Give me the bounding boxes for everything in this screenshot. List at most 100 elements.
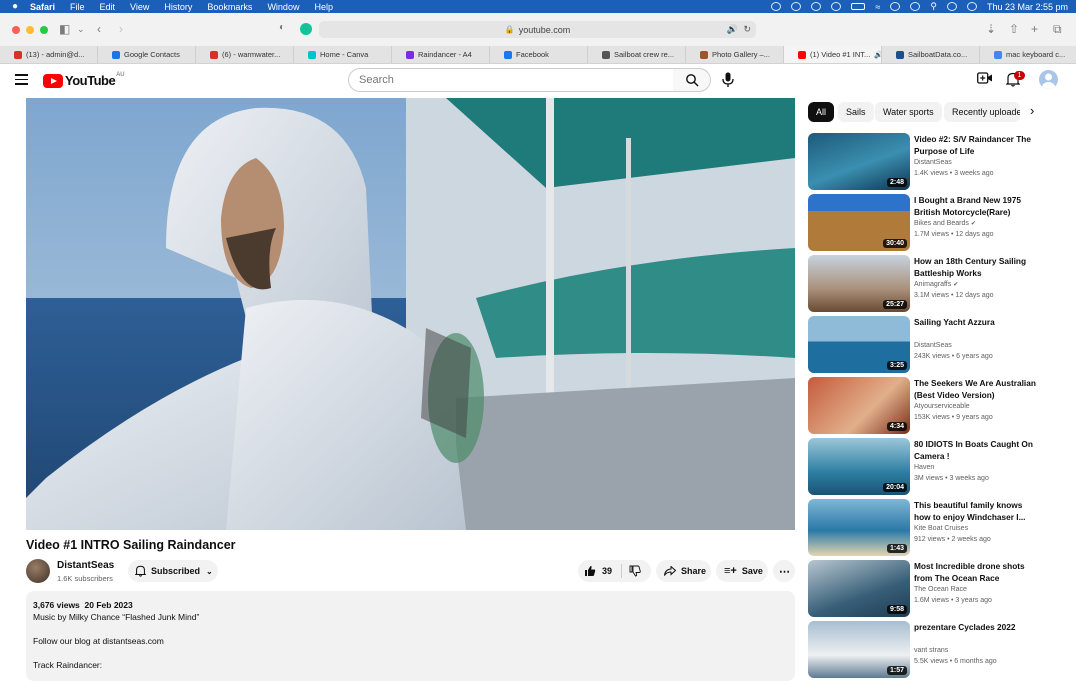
reload-icon[interactable]: ↻ [743, 24, 751, 35]
bluetooth-icon[interactable] [831, 2, 842, 11]
control-center-icon[interactable] [946, 2, 957, 11]
video-thumbnail[interactable]: 20:04 [808, 438, 910, 495]
chip-sails[interactable]: Sails [838, 102, 874, 122]
menu-app-name[interactable]: Safari [30, 2, 55, 12]
audio-playing-icon[interactable]: 🔊 [727, 24, 738, 35]
channel-name[interactable]: DistantSeas [57, 560, 114, 571]
video-thumbnail[interactable]: 2:48 [808, 133, 910, 190]
browser-tab[interactable]: Home - Canva [294, 46, 392, 63]
video-thumbnail[interactable]: 1:43 [808, 499, 910, 556]
chip-recently-uploaded[interactable]: Recently uploaded [944, 102, 1020, 122]
status-icon[interactable] [811, 2, 822, 11]
spotlight-icon[interactable]: ⚲ [930, 1, 937, 12]
browser-tab[interactable]: SailboatData.co... [882, 46, 980, 63]
menu-icon[interactable] [15, 74, 28, 88]
browser-tab[interactable]: (6) - warmwater... [196, 46, 294, 63]
more-actions-button[interactable]: ⋯ [773, 560, 795, 582]
browser-tab[interactable]: Facebook [490, 46, 588, 63]
account-avatar[interactable] [1039, 70, 1058, 89]
forward-button[interactable]: › [119, 22, 123, 36]
chip-water-sports[interactable]: Water sports [875, 102, 942, 122]
recommended-video[interactable]: 1:43 This beautiful family knows how to e… [808, 499, 1068, 557]
status-icon[interactable] [771, 2, 782, 11]
zoom-window-button[interactable] [40, 26, 48, 34]
tab-overview-icon[interactable]: ⧉ [1053, 22, 1062, 37]
browser-tab[interactable]: mac keyboard c... [980, 46, 1076, 63]
apple-menu-icon[interactable]: ● [0, 1, 30, 12]
video-description[interactable]: 3,676 views 20 Feb 2023 Music by Milky C… [26, 591, 795, 681]
menu-file[interactable]: File [70, 2, 85, 12]
save-button[interactable]: ≡+ Save [716, 560, 768, 582]
menu-clock[interactable]: Thu 23 Mar 2:55 pm [987, 2, 1068, 12]
video-player[interactable] [26, 98, 795, 530]
like-button[interactable]: 39 [578, 564, 622, 578]
downloads-icon[interactable]: ⇣ [986, 22, 996, 36]
minimize-window-button[interactable] [26, 26, 34, 34]
grammarly-extension-icon[interactable] [300, 23, 312, 35]
browser-tab[interactable]: (1) Video #1 INT...🔊 [784, 46, 882, 63]
sidebar-toggle-icon[interactable]: ◧ [59, 22, 70, 36]
share-icon[interactable]: ⇧ [1009, 22, 1019, 36]
recommended-channel[interactable]: vant strans [914, 647, 948, 654]
channel-avatar[interactable] [26, 559, 50, 583]
menu-help[interactable]: Help [314, 2, 333, 12]
browser-tab[interactable]: Sailboat crew re... [588, 46, 686, 63]
user-icon[interactable] [890, 2, 901, 11]
recommended-video-title[interactable]: This beautiful family knows how to enjoy… [914, 499, 1040, 523]
recommended-channel[interactable]: Atyourserviceable [914, 403, 970, 410]
create-video-icon[interactable] [977, 71, 993, 85]
youtube-logo[interactable]: YouTube AU [43, 72, 125, 88]
subscribed-button[interactable]: Subscribed ⌄ [128, 560, 218, 582]
recommended-video[interactable]: 25:27 How an 18th Century Sailing Battles… [808, 255, 1068, 313]
recommended-channel[interactable]: DistantSeas [914, 159, 952, 166]
share-button[interactable]: Share [656, 560, 711, 582]
recommended-video-title[interactable]: Most Incredible drone shots from The Oce… [914, 560, 1040, 584]
chevron-down-icon[interactable]: ⌄ [77, 24, 85, 35]
recommended-video-title[interactable]: 80 IDIOTS In Boats Caught On Camera ! [914, 438, 1040, 462]
video-thumbnail[interactable]: 3:25 [808, 316, 910, 373]
microphone-icon[interactable] [722, 72, 734, 88]
menu-history[interactable]: History [164, 2, 192, 12]
recommended-video-title[interactable]: prezentare Cyclades 2022 [914, 621, 1040, 633]
menu-bookmarks[interactable]: Bookmarks [207, 2, 252, 12]
recommended-video-title[interactable]: Video #2: S/V Raindancer The Purpose of … [914, 133, 1040, 157]
recommended-video[interactable]: 3:25 Sailing Yacht Azzura DistantSeas 243K … [808, 316, 1068, 374]
video-thumbnail[interactable]: 30:40 [808, 194, 910, 251]
recommended-channel[interactable]: The Ocean Race [914, 586, 967, 593]
battery-icon[interactable] [851, 3, 866, 10]
siri-icon[interactable] [966, 2, 977, 11]
tab-audio-icon[interactable]: 🔊 [874, 51, 881, 59]
recommended-video-title[interactable]: Sailing Yacht Azzura [914, 316, 1040, 328]
search-button[interactable] [673, 68, 711, 92]
recommended-channel[interactable]: DistantSeas [914, 342, 952, 349]
recommended-channel[interactable]: Bikes and Beards ✔ [914, 220, 976, 227]
recommended-video[interactable]: 1:57 prezentare Cyclades 2022 vant strans 5… [808, 621, 1068, 679]
recommended-channel[interactable]: Haven [914, 464, 934, 471]
recommended-channel[interactable]: Kite Boat Cruises [914, 525, 968, 532]
video-thumbnail[interactable]: 9:58 [808, 560, 910, 617]
recommended-video[interactable]: 4:34 The Seekers We Are Australian (Best … [808, 377, 1068, 435]
menu-edit[interactable]: Edit [100, 2, 116, 12]
dislike-icon[interactable] [629, 565, 641, 577]
recommended-video[interactable]: 2:48 Video #2: S/V Raindancer The Purpose… [808, 133, 1068, 191]
new-tab-icon[interactable]: + [1031, 22, 1038, 36]
video-thumbnail[interactable]: 1:57 [808, 621, 910, 678]
clock-icon[interactable] [910, 2, 921, 11]
video-thumbnail[interactable]: 25:27 [808, 255, 910, 312]
browser-tab[interactable]: Photo Gallery –... [686, 46, 784, 63]
wifi-icon[interactable]: ≈ [875, 2, 880, 12]
address-bar[interactable]: 🔒 youtube.com 🔊 ↻ [319, 21, 756, 38]
search-input[interactable]: Search [348, 68, 674, 92]
close-window-button[interactable] [12, 26, 20, 34]
back-button[interactable]: ‹ [97, 22, 101, 36]
recommended-video[interactable]: 9:58 Most Incredible drone shots from The… [808, 560, 1068, 618]
recommended-channel[interactable]: Animagraffs ✔ [914, 281, 958, 288]
recommended-video-title[interactable]: How an 18th Century Sailing Battleship W… [914, 255, 1040, 279]
browser-tab[interactable]: Raindancer - A4 [392, 46, 490, 63]
status-icon[interactable] [791, 2, 802, 11]
recommended-video[interactable]: 30:40 I Bought a Brand New 1975 British M… [808, 194, 1068, 252]
video-thumbnail[interactable]: 4:34 [808, 377, 910, 434]
browser-tab[interactable]: Google Contacts [98, 46, 196, 63]
recommended-video-title[interactable]: I Bought a Brand New 1975 British Motorc… [914, 194, 1040, 218]
recommended-video[interactable]: 20:04 80 IDIOTS In Boats Caught On Camera… [808, 438, 1068, 496]
